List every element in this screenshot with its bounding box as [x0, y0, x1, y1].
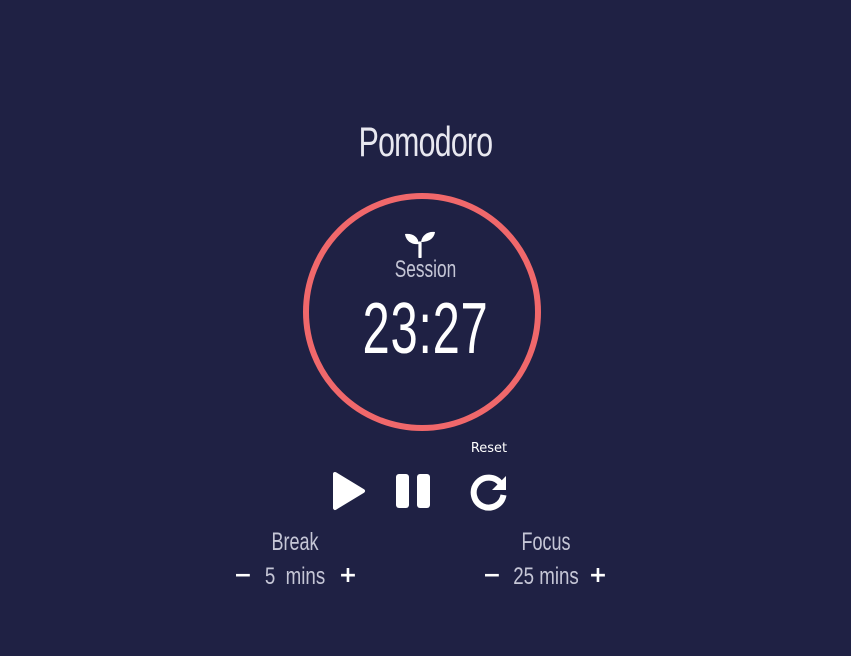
focus-unit: mins	[539, 563, 579, 590]
time-display: 23:27	[362, 289, 489, 369]
pause-icon	[396, 474, 430, 508]
break-setting: Break − 5 mins +	[205, 528, 385, 593]
break-increment-button[interactable]: +	[337, 565, 359, 587]
play-button[interactable]	[330, 470, 368, 512]
session-label: Session	[394, 256, 457, 283]
page-title: Pomodoro	[358, 118, 493, 165]
sprout-icon	[405, 231, 435, 258]
reset-icon	[470, 474, 507, 511]
focus-setting: Focus − 25 mins +	[456, 528, 636, 593]
play-icon	[333, 472, 365, 510]
focus-label: Focus	[521, 528, 571, 556]
reset-button[interactable]	[468, 470, 510, 512]
pause-button[interactable]	[395, 470, 433, 512]
focus-increment-button[interactable]: +	[587, 565, 609, 587]
reset-tooltip: Reset	[470, 441, 508, 456]
break-unit: mins	[285, 563, 326, 590]
focus-minutes: 25	[513, 563, 535, 590]
pomodoro-app: Pomodoro Session 23:27 Reset Break − 5 m…	[0, 0, 851, 656]
break-minutes: 5	[264, 563, 276, 590]
break-label: Break	[271, 528, 319, 556]
